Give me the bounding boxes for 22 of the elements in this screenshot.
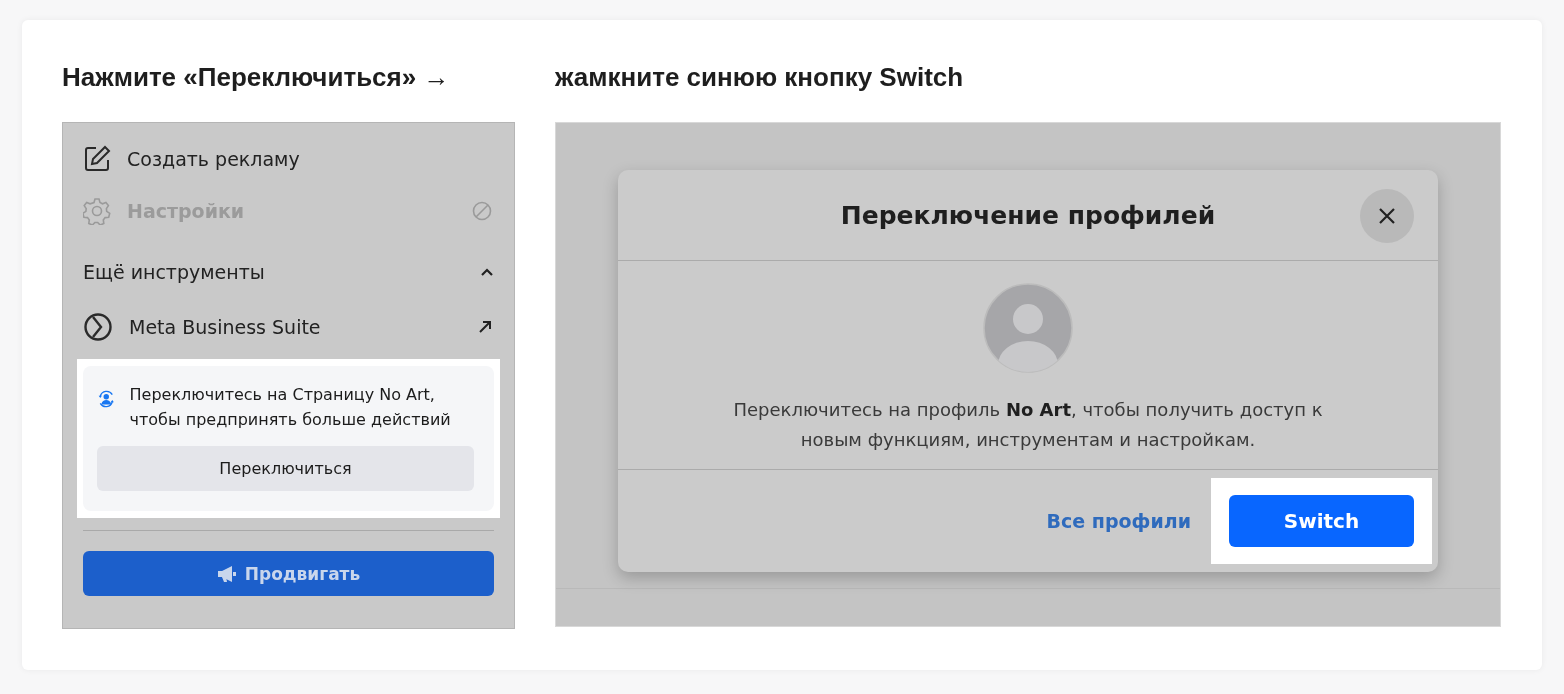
caret-icon[interactable] <box>480 267 494 277</box>
play-circle-icon <box>83 312 113 342</box>
external-arrow-icon <box>478 320 492 334</box>
dialog-message: Переключитесь на профиль No Art, чтобы получить доступ к новым функциям, инструментам и настройкам. <box>732 398 1324 452</box>
section-header: Ещё инструменты <box>83 261 266 283</box>
step-caption: Нажмите «Переключиться» → <box>62 61 450 94</box>
step-caption: жамкните синюю кнопку Switch <box>555 61 964 94</box>
avatar-icon <box>983 283 1073 373</box>
edit-icon <box>83 145 111 173</box>
blocked-icon <box>472 201 492 221</box>
close-button[interactable] <box>1360 189 1414 243</box>
megaphone-icon <box>216 564 237 583</box>
close-icon <box>1378 207 1396 225</box>
switch-button[interactable]: Switch <box>1229 495 1414 547</box>
all-profiles-link[interactable]: Все профили <box>1046 510 1203 532</box>
notice-text: Переключитесь на Страницу No Art, чтобы предпринять больше действий <box>129 384 452 431</box>
menu-link[interactable]: Meta Business Suite <box>83 301 494 353</box>
dialog-title: Переключение профилей <box>840 200 1216 230</box>
promote-button[interactable]: Продвигать <box>83 551 494 596</box>
gear-icon <box>83 197 111 225</box>
switch-button[interactable]: Переключиться <box>97 446 474 491</box>
menu-item[interactable]: Создать рекламу <box>83 133 494 185</box>
